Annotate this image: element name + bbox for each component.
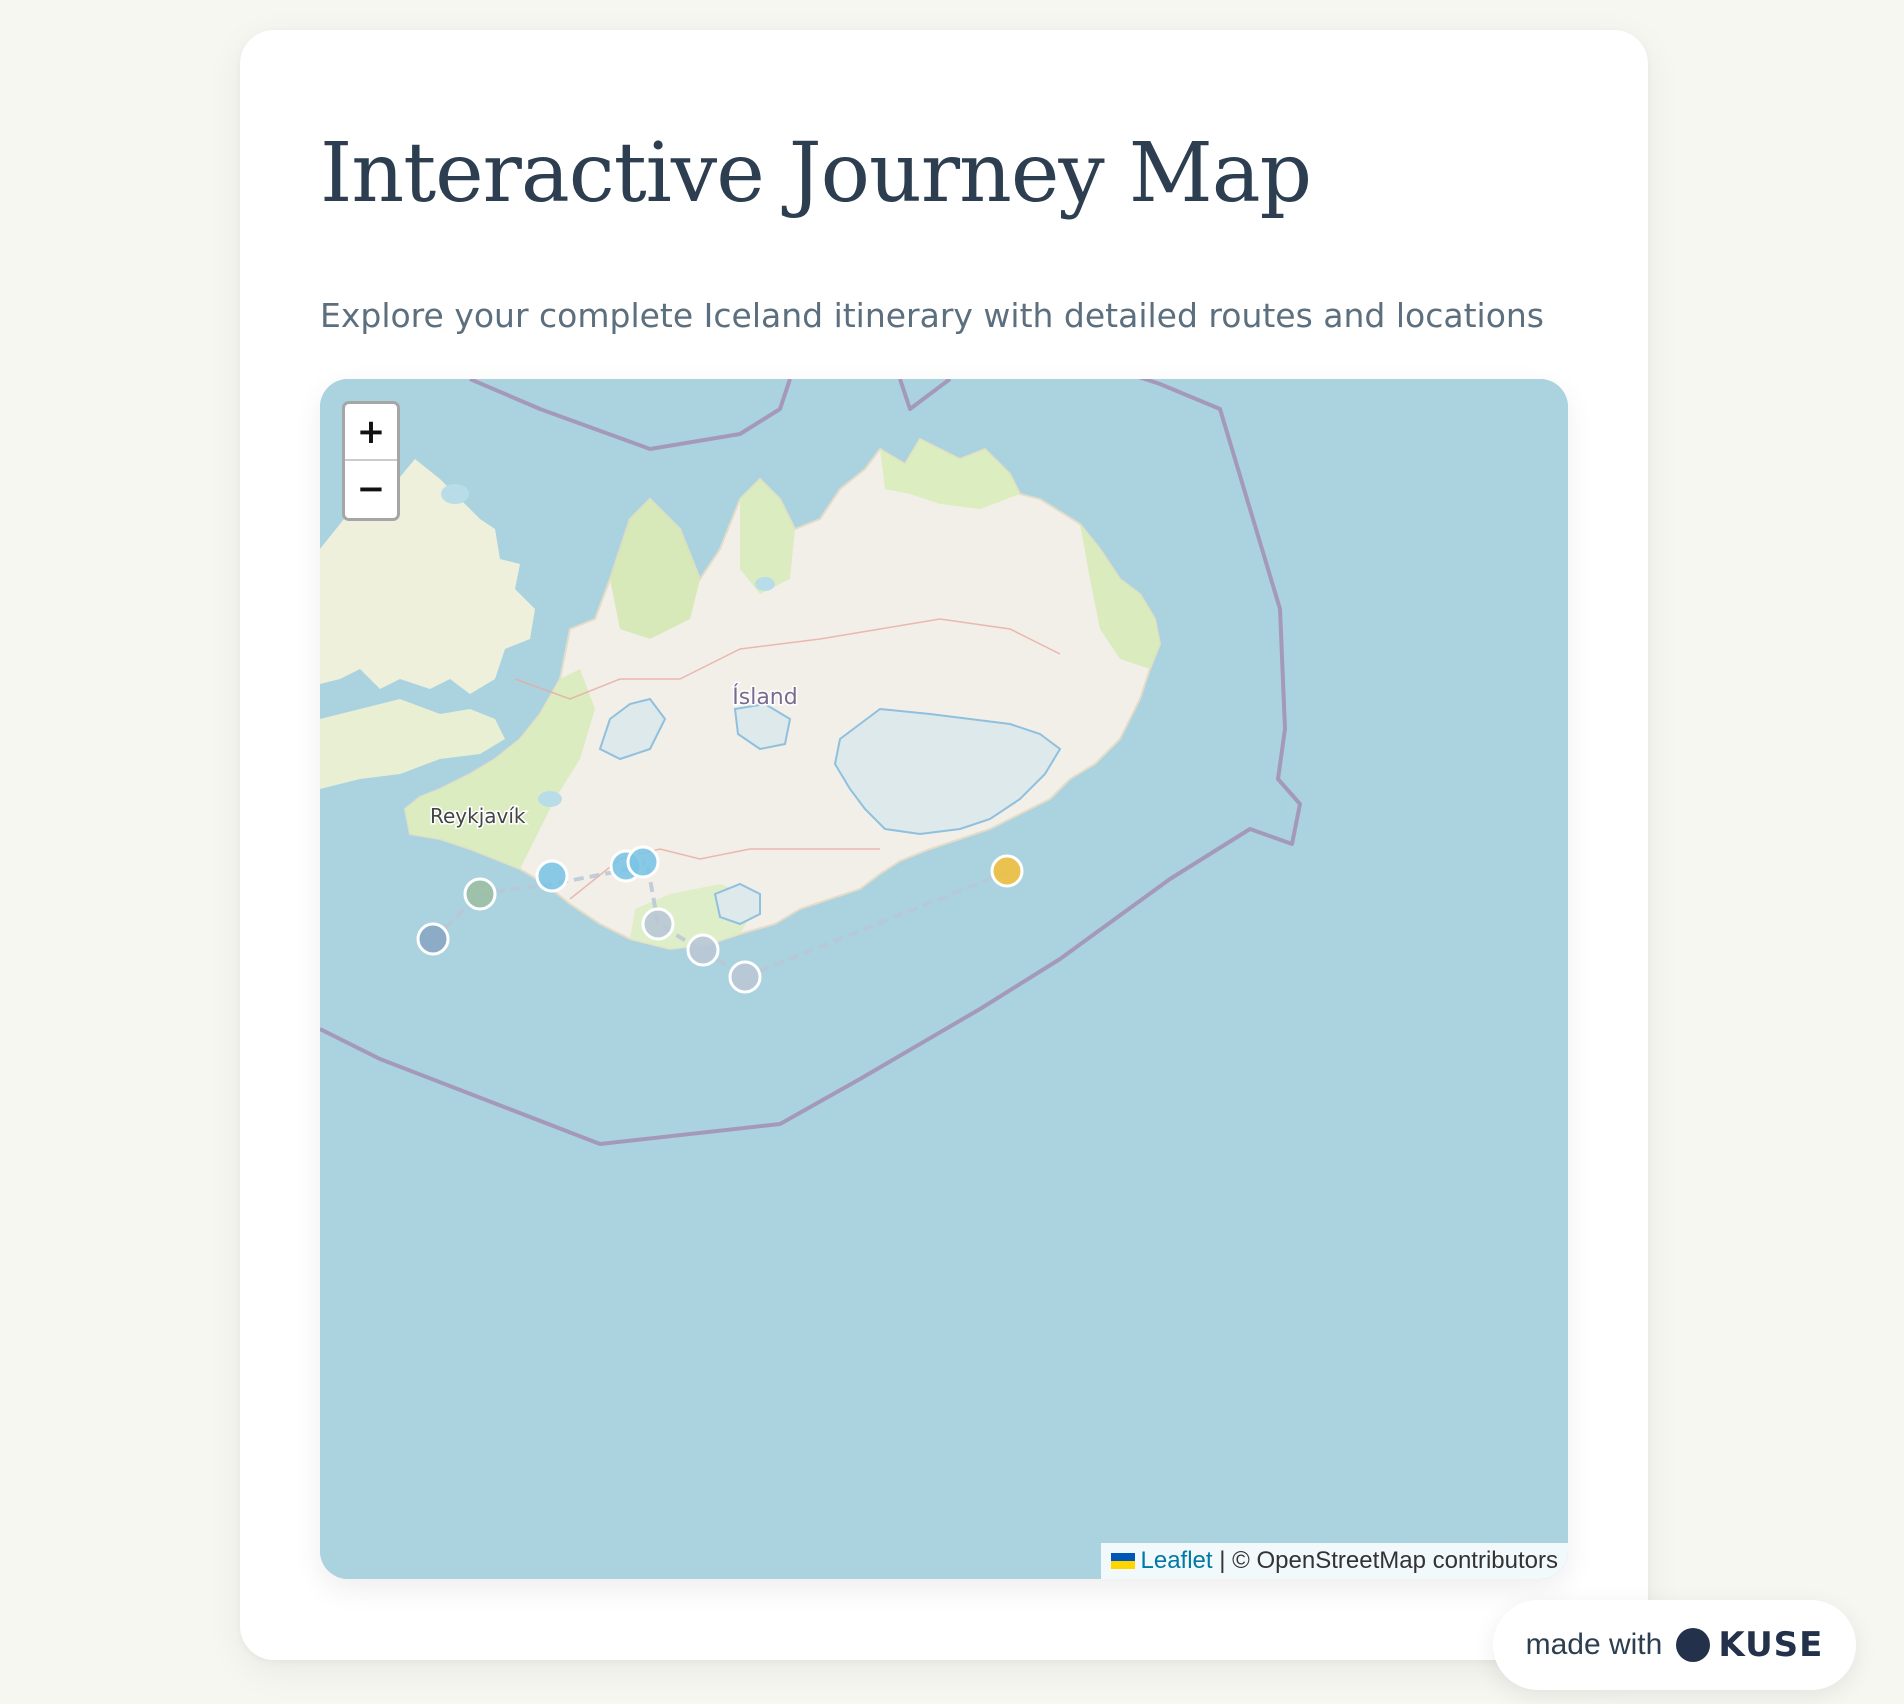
map-attribution: Leaflet | © OpenStreetMap contributors [1100, 1543, 1568, 1579]
leaflet-link[interactable]: Leaflet [1141, 1547, 1213, 1574]
zoom-control: + − [342, 401, 400, 521]
kuse-brand-text: KUSE [1718, 1625, 1824, 1665]
journey-map[interactable]: Ísland Reykjavík + − Leaflet | © OpenStr… [320, 379, 1568, 1579]
attribution-credit: © OpenStreetMap contributors [1232, 1547, 1558, 1574]
map-label-country: Ísland [732, 684, 797, 710]
journey-marker-6[interactable] [641, 907, 675, 941]
page-subtitle: Explore your complete Iceland itinerary … [320, 296, 1544, 335]
kuse-logo-icon [1676, 1628, 1711, 1662]
journey-marker-9[interactable] [990, 854, 1024, 888]
lake [441, 484, 469, 504]
journey-marker-2[interactable] [463, 877, 497, 911]
map-tiles[interactable]: Ísland Reykjavík [320, 379, 1568, 1579]
journey-marker-5[interactable] [626, 845, 660, 879]
map-label-capital: Reykjavík [430, 804, 526, 828]
made-with-text: made with [1525, 1628, 1663, 1661]
zoom-out-button[interactable]: − [345, 461, 397, 518]
ukraine-flag-icon [1110, 1553, 1135, 1569]
journey-marker-7[interactable] [686, 933, 720, 967]
journey-map-card: Interactive Journey Map Explore your com… [240, 30, 1648, 1660]
page-title: Interactive Journey Map [320, 126, 1312, 221]
journey-marker-8[interactable] [728, 960, 762, 994]
attribution-separator: | [1212, 1547, 1233, 1574]
journey-marker-1[interactable] [416, 922, 450, 956]
journey-marker-3[interactable] [535, 859, 569, 893]
made-with-kuse-badge[interactable]: made with KUSE [1493, 1600, 1856, 1690]
lake [755, 577, 775, 591]
lake [538, 791, 562, 807]
zoom-in-button[interactable]: + [345, 404, 397, 461]
